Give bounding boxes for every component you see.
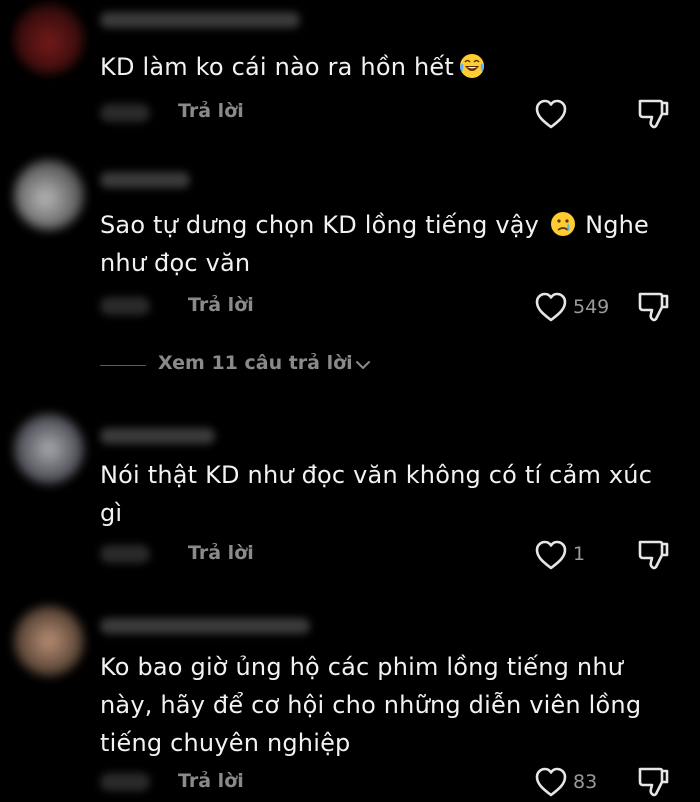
view-replies-label: Xem 11 câu trả lời bbox=[158, 352, 353, 374]
reply-button[interactable]: Trả lời bbox=[178, 100, 244, 122]
thumbs-down-outline-icon[interactable] bbox=[636, 97, 672, 131]
laughing-tears-emoji bbox=[459, 54, 484, 78]
like-count: 83 bbox=[573, 771, 598, 793]
heart-outline-icon[interactable] bbox=[534, 766, 568, 798]
crying-face-emoji bbox=[551, 212, 576, 236]
chevron-down-icon bbox=[356, 361, 370, 369]
username[interactable] bbox=[100, 12, 300, 28]
like-count: 549 bbox=[573, 296, 610, 318]
comment-text-content: Sao tự dưng chọn KD lồng tiếng vậy bbox=[100, 211, 540, 239]
divider-line bbox=[100, 365, 146, 366]
username[interactable] bbox=[100, 428, 215, 444]
comment-date bbox=[100, 297, 150, 315]
comment-text: KD làm ko cái nào ra hồn hết bbox=[100, 48, 675, 86]
thumbs-down-outline-icon[interactable] bbox=[636, 538, 672, 572]
comment-text-content: Ko bao giờ ủng hộ các phim lồng tiếng nh… bbox=[100, 653, 642, 757]
reply-button[interactable]: Trả lời bbox=[178, 770, 244, 792]
avatar[interactable] bbox=[14, 160, 84, 230]
comment-text: Nói thật KD như đọc văn không có tí cảm … bbox=[100, 456, 675, 532]
like-count: 1 bbox=[573, 543, 586, 565]
reply-button[interactable]: Trả lời bbox=[188, 294, 254, 316]
heart-outline-icon[interactable] bbox=[534, 291, 568, 323]
avatar[interactable] bbox=[14, 4, 84, 74]
comment-text-content: KD làm ko cái nào ra hồn hết bbox=[100, 53, 454, 81]
comment-text: Sao tự dưng chọn KD lồng tiếng vậy Nghe … bbox=[100, 206, 675, 282]
username[interactable] bbox=[100, 618, 310, 634]
comment-date bbox=[100, 104, 150, 122]
heart-outline-icon[interactable] bbox=[534, 539, 568, 571]
avatar[interactable] bbox=[14, 414, 84, 484]
comment-text: Ko bao giờ ủng hộ các phim lồng tiếng nh… bbox=[100, 648, 675, 762]
thumbs-down-outline-icon[interactable] bbox=[636, 765, 672, 799]
username[interactable] bbox=[100, 172, 190, 188]
reply-button[interactable]: Trả lời bbox=[188, 542, 254, 564]
comment-date bbox=[100, 545, 150, 563]
thumbs-down-outline-icon[interactable] bbox=[636, 290, 672, 324]
avatar[interactable] bbox=[14, 606, 84, 676]
comment-date bbox=[100, 773, 150, 791]
heart-outline-icon[interactable] bbox=[534, 98, 568, 130]
comment-text-content: Nói thật KD như đọc văn không có tí cảm … bbox=[100, 461, 653, 527]
